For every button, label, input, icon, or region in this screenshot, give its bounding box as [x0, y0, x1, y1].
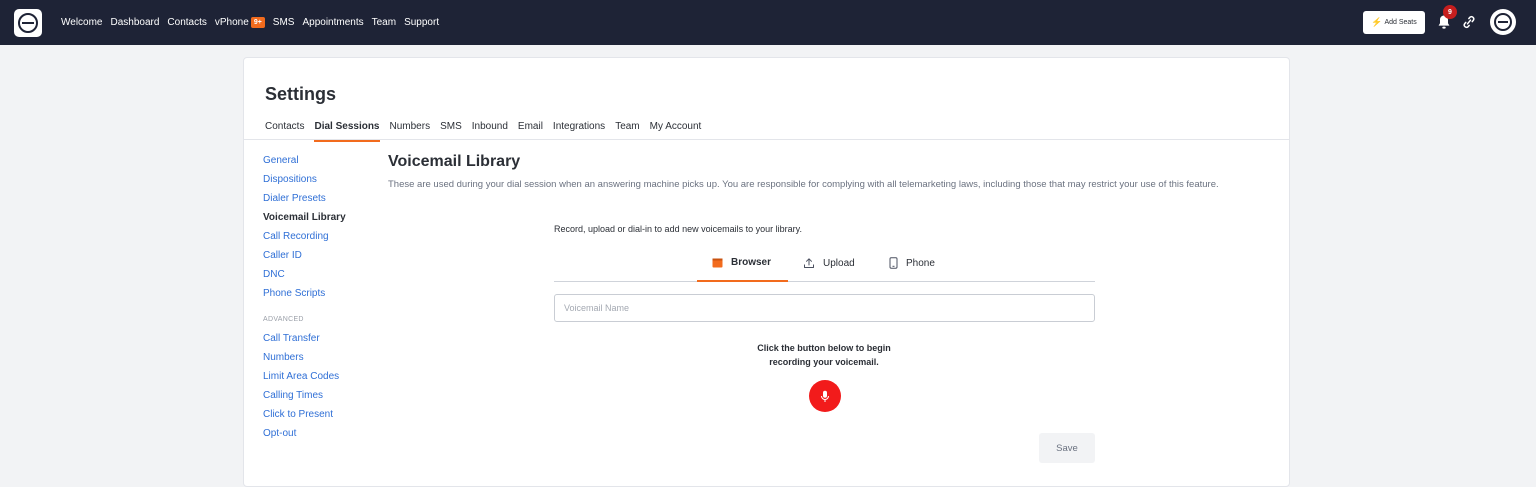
- add-seats-label: Add Seats: [1384, 19, 1417, 26]
- tab-browser-label: Browser: [731, 257, 772, 268]
- tab-browser[interactable]: Browser: [712, 257, 771, 268]
- upload-icon: [804, 258, 814, 268]
- sidebar-item-general[interactable]: General: [263, 155, 346, 174]
- tab-upload-label: Upload: [823, 257, 855, 269]
- sidebar-item-dialer-presets[interactable]: Dialer Presets: [263, 193, 346, 212]
- voicemail-name-input[interactable]: [554, 294, 1095, 322]
- sidebar-item-dnc[interactable]: DNC: [263, 269, 346, 288]
- nav-welcome[interactable]: Welcome: [61, 17, 103, 28]
- settings-card: Settings Contacts Dial Sessions Numbers …: [243, 57, 1290, 487]
- sidebar-item-call-transfer[interactable]: Call Transfer: [263, 333, 346, 352]
- link-icon[interactable]: [1462, 14, 1476, 30]
- record-instruction: Click the button below to begin recordin…: [724, 341, 924, 369]
- page-title: Settings: [265, 84, 337, 104]
- nav-sms[interactable]: SMS: [273, 17, 295, 28]
- section-description: These are used during your dial session …: [388, 179, 1219, 190]
- nav-vphone-label: vPhone: [214, 17, 249, 28]
- record-hint: Record, upload or dial-in to add new voi…: [554, 224, 802, 234]
- save-button[interactable]: Save: [1039, 433, 1095, 463]
- sidebar-item-dispositions[interactable]: Dispositions: [263, 174, 346, 193]
- main-nav: Welcome Dashboard Contacts vPhone 9+ SMS…: [61, 0, 447, 45]
- nav-vphone[interactable]: vPhone 9+: [215, 17, 265, 28]
- sidebar-item-phone-scripts[interactable]: Phone Scripts: [263, 288, 346, 307]
- nav-dashboard[interactable]: Dashboard: [111, 17, 160, 28]
- microphone-icon: [821, 390, 829, 402]
- bolt-icon: ⚡: [1371, 17, 1383, 27]
- phone-icon: [889, 257, 898, 269]
- logo-mark-icon: [18, 13, 38, 33]
- sidebar-item-opt-out[interactable]: Opt-out: [263, 428, 346, 447]
- add-seats-button[interactable]: ⚡ Add Seats: [1363, 11, 1425, 34]
- sidebar-item-caller-id[interactable]: Caller ID: [263, 250, 346, 269]
- sidebar-item-calling-times[interactable]: Calling Times: [263, 390, 346, 409]
- sidebar-item-voicemail-library[interactable]: Voicemail Library: [263, 212, 346, 231]
- record-method-tabs: Browser Upload Phone: [554, 250, 1095, 282]
- record-instruction-line-1: Click the button below to begin: [757, 343, 891, 353]
- notification-count-badge: 9: [1443, 5, 1457, 19]
- tab-phone[interactable]: Phone: [889, 257, 935, 269]
- avatar-logo-icon: [1494, 13, 1512, 31]
- app-logo[interactable]: [14, 9, 42, 37]
- active-tab-indicator: [697, 280, 788, 282]
- record-button[interactable]: [809, 380, 841, 412]
- browser-icon: [712, 258, 723, 267]
- record-instruction-line-2: recording your voicemail.: [769, 357, 879, 367]
- sidebar-item-limit-area-codes[interactable]: Limit Area Codes: [263, 371, 346, 390]
- nav-contacts[interactable]: Contacts: [167, 17, 206, 28]
- nav-appointments[interactable]: Appointments: [302, 17, 363, 28]
- sidebar-item-numbers[interactable]: Numbers: [263, 352, 346, 371]
- nav-support[interactable]: Support: [404, 17, 439, 28]
- tabs-divider: [244, 139, 1289, 140]
- section-title: Voicemail Library: [388, 153, 521, 170]
- top-navbar: Welcome Dashboard Contacts vPhone 9+ SMS…: [0, 0, 1536, 45]
- user-avatar[interactable]: [1490, 9, 1516, 35]
- nav-team[interactable]: Team: [372, 17, 396, 28]
- tab-phone-label: Phone: [906, 257, 935, 269]
- sidebar-heading-advanced: ADVANCED: [263, 316, 304, 323]
- sidebar-item-call-recording[interactable]: Call Recording: [263, 231, 346, 250]
- vphone-badge: 9+: [250, 17, 265, 28]
- sidebar-item-click-to-present[interactable]: Click to Present: [263, 409, 346, 428]
- tab-upload[interactable]: Upload: [803, 257, 855, 269]
- settings-sidebar: General Dispositions Dialer Presets Voic…: [263, 155, 346, 447]
